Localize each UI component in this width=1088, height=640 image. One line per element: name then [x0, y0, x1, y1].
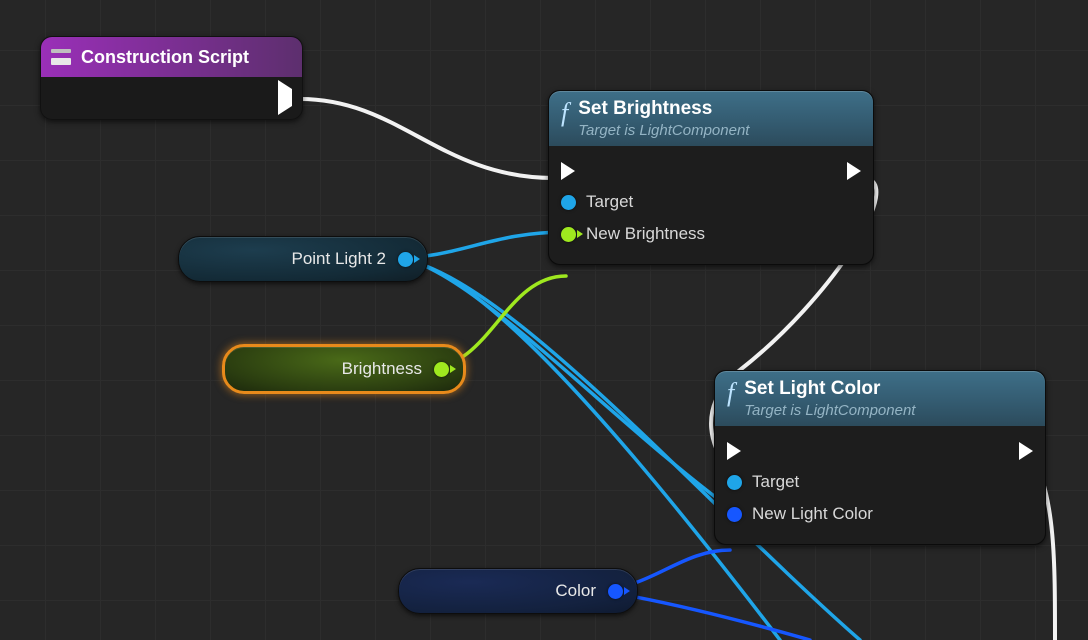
function-node-subtitle: Target is LightComponent: [578, 122, 749, 139]
blueprint-graph-canvas[interactable]: Construction Script f Set Brightness Tar…: [0, 0, 1088, 640]
pin-label: New Light Color: [752, 504, 873, 524]
function-node-title: Set Brightness: [578, 98, 749, 120]
function-node-header[interactable]: f Set Light Color Target is LightCompone…: [714, 370, 1046, 426]
exec-output-pin[interactable]: [847, 156, 861, 186]
pin-label: Target: [586, 192, 633, 212]
variable-output-pin[interactable]: [398, 252, 413, 267]
variable-get-point-light-2[interactable]: Point Light 2: [178, 236, 428, 282]
function-node-title: Set Light Color: [744, 378, 915, 400]
input-pin-target[interactable]: Target: [727, 466, 1033, 498]
pin-label: New Brightness: [586, 224, 705, 244]
input-pin-new-light-color[interactable]: New Light Color: [727, 498, 1033, 530]
event-node-body: [40, 77, 303, 120]
variable-output-pin[interactable]: [434, 362, 449, 377]
function-node-set-light-color[interactable]: f Set Light Color Target is LightCompone…: [714, 370, 1046, 545]
input-pin-new-brightness[interactable]: New Brightness: [561, 218, 861, 250]
exec-input-pin[interactable]: [727, 436, 741, 466]
variable-output-pin[interactable]: [608, 584, 623, 599]
exec-output-pin[interactable]: [278, 89, 292, 107]
variable-get-color[interactable]: Color: [398, 568, 638, 614]
variable-label: Color: [555, 581, 596, 601]
pin-label: Target: [752, 472, 799, 492]
function-node-body: Target New Brightness: [548, 146, 874, 265]
pin-dot-struct: [727, 507, 742, 522]
variable-label: Point Light 2: [291, 249, 386, 269]
event-icon: [51, 49, 71, 65]
exec-input-pin[interactable]: [561, 156, 575, 186]
function-node-header[interactable]: f Set Brightness Target is LightComponen…: [548, 90, 874, 146]
function-icon: f: [727, 380, 734, 406]
event-node-title: Construction Script: [81, 47, 249, 68]
function-node-subtitle: Target is LightComponent: [744, 402, 915, 419]
pin-dot-float: [561, 227, 576, 242]
event-node-construction-script[interactable]: Construction Script: [40, 36, 303, 120]
input-pin-target[interactable]: Target: [561, 186, 861, 218]
function-node-body: Target New Light Color: [714, 426, 1046, 545]
exec-output-pin[interactable]: [1019, 436, 1033, 466]
function-icon: f: [561, 100, 568, 126]
pin-dot-object: [561, 195, 576, 210]
variable-get-brightness[interactable]: Brightness: [222, 344, 466, 394]
function-node-set-brightness[interactable]: f Set Brightness Target is LightComponen…: [548, 90, 874, 265]
event-node-header[interactable]: Construction Script: [40, 36, 303, 77]
pin-dot-object: [727, 475, 742, 490]
variable-label: Brightness: [342, 359, 422, 379]
